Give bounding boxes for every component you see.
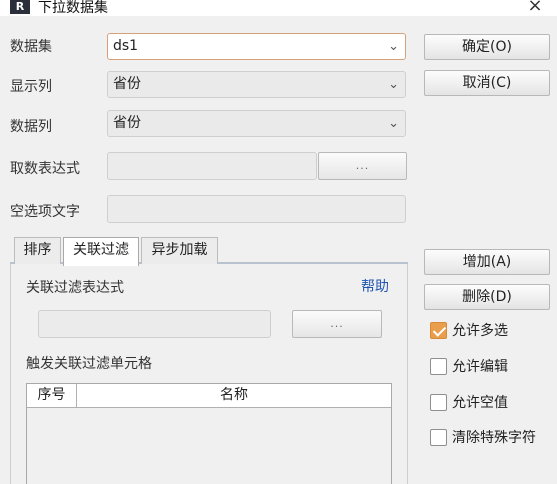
tab-sort[interactable]: 排序 xyxy=(14,237,61,264)
dataset-select[interactable]: ds1 ⌄ xyxy=(107,33,406,60)
clear-special-chars-checkbox[interactable] xyxy=(430,429,447,446)
dataset-label: 数据集 xyxy=(10,39,52,55)
allow-empty-label: 允许空值 xyxy=(452,395,508,411)
allow-edit-label: 允许编辑 xyxy=(452,359,508,375)
allow-edit-checkbox[interactable] xyxy=(430,358,447,375)
clear-special-chars-label: 清除特殊字符 xyxy=(452,430,536,446)
expr-input[interactable] xyxy=(107,152,317,180)
cancel-button[interactable]: 取消(C) xyxy=(424,70,550,96)
window-title: 下拉数据集 xyxy=(38,0,108,16)
delete-button[interactable]: 删除(D) xyxy=(424,284,550,310)
title-bar: R 下拉数据集 × xyxy=(0,0,557,16)
tab-async[interactable]: 异步加载 xyxy=(141,237,218,264)
data-col-select[interactable]: 省份 ⌄ xyxy=(107,110,406,137)
chevron-down-icon: ⌄ xyxy=(388,77,399,92)
empty-text-input[interactable] xyxy=(107,195,406,223)
chevron-down-icon: ⌄ xyxy=(388,39,399,54)
close-icon[interactable]: × xyxy=(522,0,548,16)
chevron-down-icon: ⌄ xyxy=(388,116,399,131)
ok-button[interactable]: 确定(O) xyxy=(424,34,550,60)
expr-label: 取数表达式 xyxy=(10,161,80,177)
trigger-cells-label: 触发关联过滤单元格 xyxy=(26,356,152,372)
column-header-name: 名称 xyxy=(220,387,248,403)
filter-expr-label: 关联过滤表达式 xyxy=(26,280,124,296)
allow-empty-checkbox[interactable] xyxy=(430,394,447,411)
column-header-index: 序号 xyxy=(37,387,66,403)
filter-expr-input[interactable] xyxy=(38,310,271,338)
app-logo-icon: R xyxy=(10,0,30,14)
data-col-label: 数据列 xyxy=(10,119,52,135)
display-col-value: 省份 xyxy=(113,76,141,92)
add-button[interactable]: 增加(A) xyxy=(424,249,550,275)
tab-filter[interactable]: 关联过滤 xyxy=(63,237,139,266)
display-col-label: 显示列 xyxy=(10,79,52,95)
allow-multi-checkbox[interactable] xyxy=(430,322,447,339)
filter-expr-browse-button[interactable]: ... xyxy=(292,310,382,338)
table-header: 序号 名称 xyxy=(27,384,391,408)
dataset-value: ds1 xyxy=(113,38,139,54)
empty-text-label: 空选项文字 xyxy=(10,204,80,220)
display-col-select[interactable]: 省份 ⌄ xyxy=(107,71,406,98)
data-col-value: 省份 xyxy=(113,115,141,131)
expr-browse-button[interactable]: ... xyxy=(318,152,407,180)
help-link[interactable]: 帮助 xyxy=(361,276,389,296)
allow-multi-label: 允许多选 xyxy=(452,323,508,339)
trigger-cells-table[interactable]: 序号 名称 xyxy=(26,383,392,484)
